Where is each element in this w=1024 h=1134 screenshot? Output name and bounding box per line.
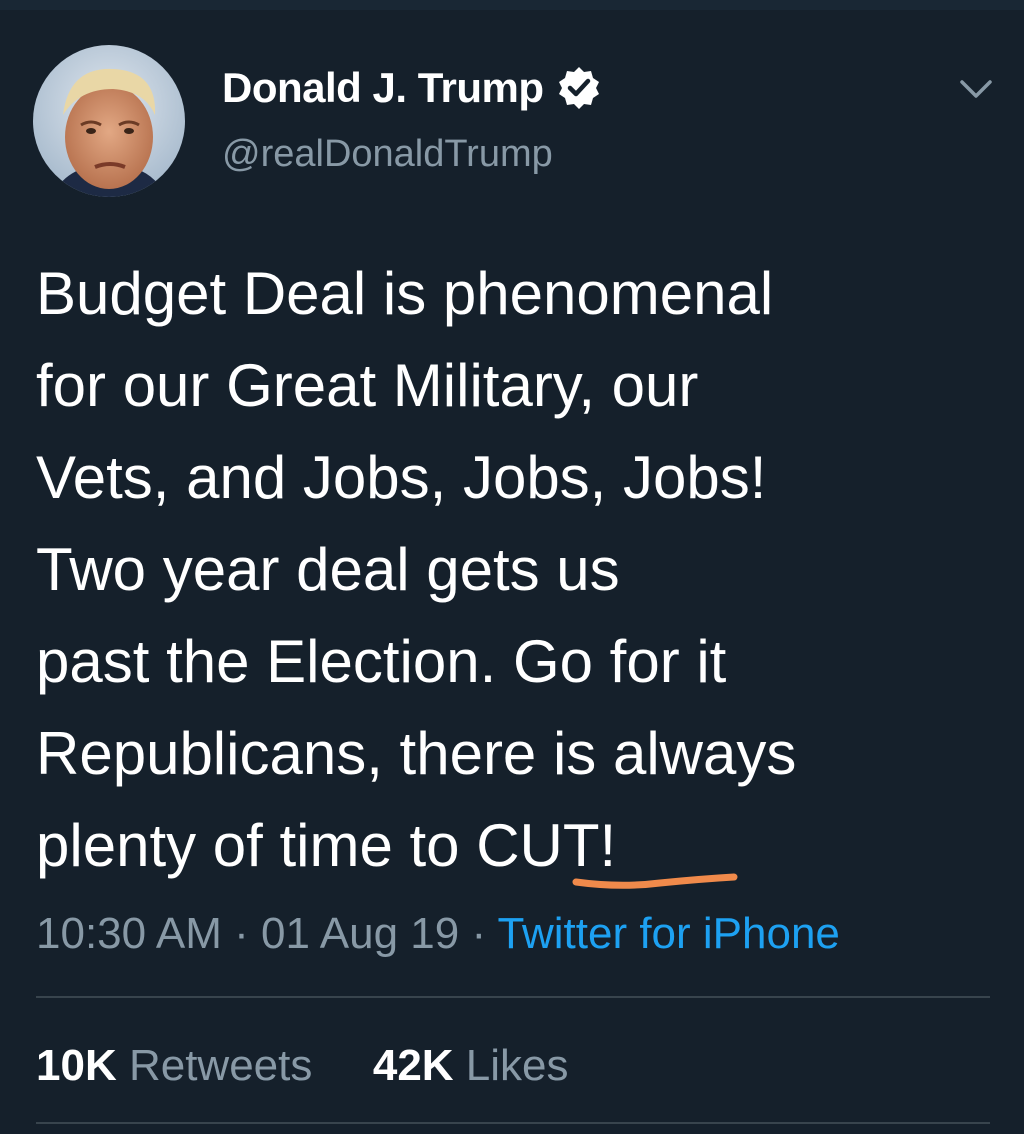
tweet-source-link[interactable]: Twitter for iPhone	[498, 909, 840, 958]
top-strip	[0, 0, 1024, 10]
author-display-name[interactable]: Donald J. Trump	[222, 64, 544, 112]
tweet-text-line: for our Great Military, our	[36, 352, 699, 419]
avatar[interactable]	[33, 45, 185, 197]
retweets-label: Retweets	[128, 1041, 313, 1090]
likes-stat[interactable]: 42K Likes	[361, 1041, 569, 1090]
tweet-text-line: Vets, and Jobs, Jobs, Jobs!	[36, 444, 767, 511]
chevron-down-icon[interactable]	[958, 76, 994, 102]
likes-count: 42K	[372, 1041, 454, 1090]
divider	[36, 1122, 990, 1124]
divider	[36, 996, 990, 998]
author-name-row[interactable]: Donald J. Trump	[222, 62, 602, 114]
retweets-count: 10K	[36, 1041, 117, 1090]
tweet-text: Budget Deal is phenomenal for our Great …	[36, 248, 996, 892]
tweet-text-line: plenty of time to CUT!	[36, 812, 617, 879]
tweet-date[interactable]: 01 Aug 19	[261, 909, 459, 958]
tweet-stats: 10K Retweets 42K Likes	[36, 1038, 569, 1094]
verified-badge-icon	[558, 67, 599, 109]
avatar-image	[33, 45, 185, 197]
likes-label: Likes	[465, 1041, 569, 1090]
tweet-meta: 10:30 AM · 01 Aug 19 · Twitter for iPhon…	[36, 906, 840, 962]
tweet-time[interactable]: 10:30 AM	[36, 909, 222, 958]
retweets-stat[interactable]: 10K Retweets	[36, 1041, 325, 1090]
tweet-text-line: Republicans, there is always	[36, 720, 797, 787]
annotation-underline	[572, 873, 738, 889]
author-handle[interactable]: @realDonaldTrump	[222, 133, 553, 176]
meta-separator: ·	[459, 909, 498, 958]
tweet-text-line: past the Election. Go for it	[36, 628, 727, 695]
tweet-text-line: Budget Deal is phenomenal	[36, 260, 774, 327]
tweet-text-line: Two year deal gets us	[36, 536, 620, 603]
meta-separator: ·	[221, 909, 262, 958]
